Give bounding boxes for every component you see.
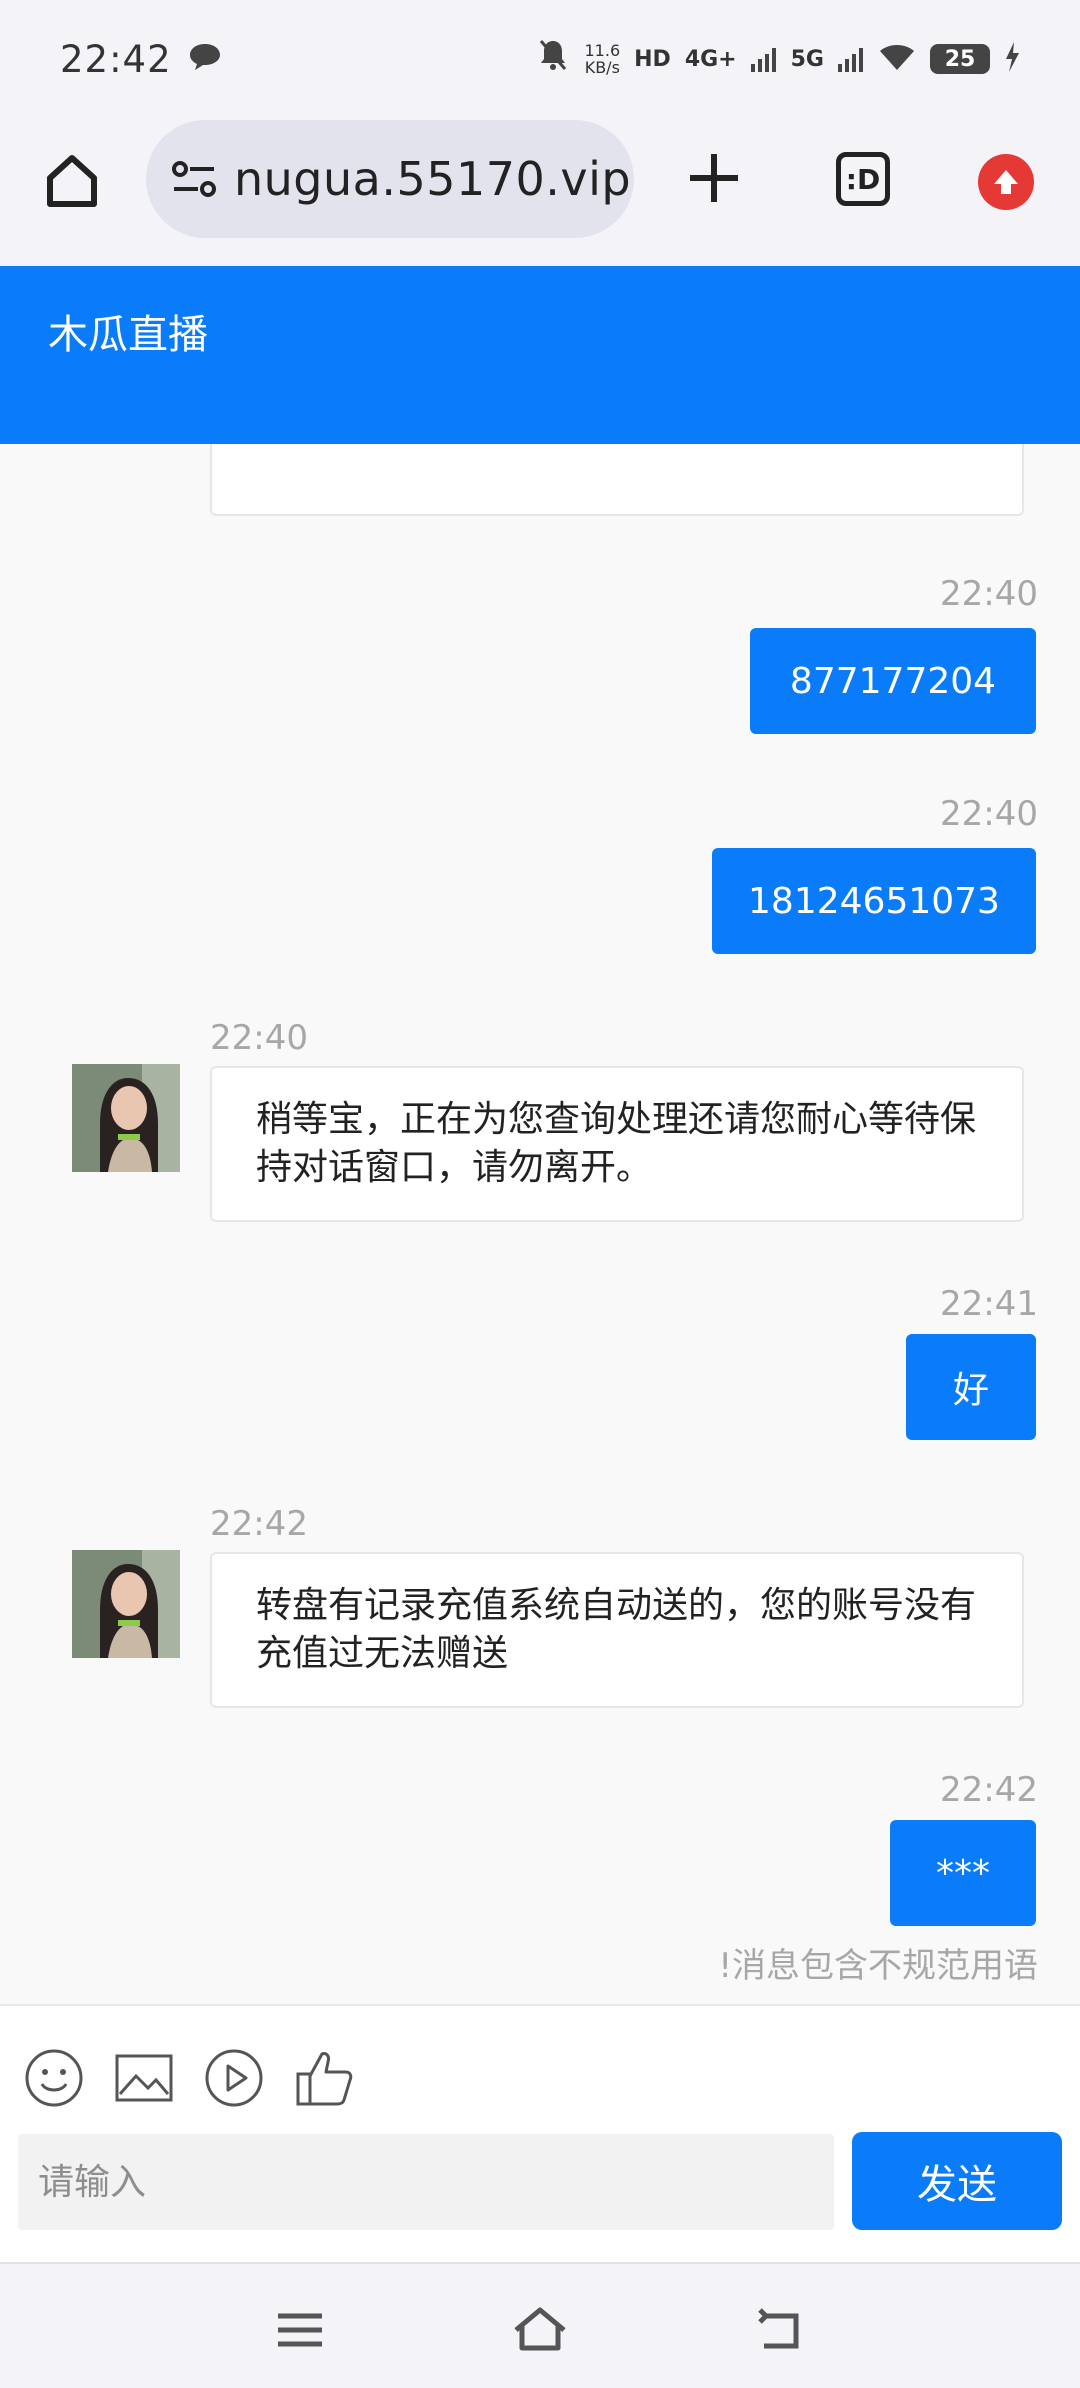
address-bar[interactable]: nugua.55170.vip — [146, 120, 634, 238]
avatar[interactable] — [72, 1064, 180, 1172]
message-timestamp: 22:40 — [940, 794, 1038, 834]
message-timestamp: 22:40 — [940, 574, 1038, 614]
site-settings-icon[interactable] — [166, 151, 222, 207]
signal-icon — [838, 38, 864, 81]
system-nav-bar — [0, 2262, 1080, 2388]
upload-icon[interactable] — [978, 154, 1034, 210]
home-icon[interactable] — [42, 150, 102, 210]
message-input[interactable] — [18, 2134, 834, 2230]
app-header: 木瓜直播 — [0, 266, 1080, 444]
message-bubble-incoming — [210, 444, 1024, 516]
net-speed-value: 11.6 — [584, 41, 621, 60]
avatar[interactable] — [72, 1550, 180, 1658]
status-bar: 22:42 11.6 KB/s HD 4G+ 5G 25 — [0, 0, 1080, 118]
message-bubble-outgoing: *** — [890, 1820, 1036, 1926]
hd-badge: HD — [634, 46, 671, 72]
home-icon[interactable] — [512, 2302, 568, 2358]
menu-icon[interactable] — [272, 2302, 328, 2358]
message-timestamp: 22:41 — [940, 1284, 1038, 1324]
image-icon[interactable] — [114, 2048, 174, 2108]
browser-toolbar: nugua.55170.vip :D — [0, 118, 1080, 266]
thumbs-up-icon[interactable] — [294, 2048, 354, 2108]
emoji-icon[interactable] — [24, 2048, 84, 2108]
message-timestamp: 22:40 — [210, 1018, 308, 1058]
net-speed-unit: KB/s — [584, 58, 620, 77]
message-bubble-outgoing: 877177204 — [750, 628, 1036, 734]
tabs-button[interactable]: :D — [836, 152, 890, 206]
chat-area[interactable]: 22:40 877177204 22:40 18124651073 22:40 … — [0, 444, 1080, 2004]
new-tab-icon[interactable] — [684, 148, 744, 208]
video-icon[interactable] — [204, 2048, 264, 2108]
network-5g-indicator: 5G — [790, 46, 824, 72]
message-timestamp: 22:42 — [210, 1504, 308, 1544]
message-notification-icon — [188, 38, 222, 81]
battery-indicator: 25 — [930, 44, 990, 74]
message-warning: !消息包含不规范用语 — [718, 1946, 1038, 1986]
net-speed: 11.6 KB/s — [585, 42, 621, 76]
message-bubble-incoming: 转盘有记录充值系统自动送的，您的账号没有充值过无法赠送 — [210, 1552, 1024, 1708]
url-text: nugua.55170.vip — [234, 152, 632, 206]
status-time: 22:42 — [60, 37, 172, 81]
message-bubble-incoming: 稍等宝，正在为您查询处理还请您耐心等待保持对话窗口，请勿离开。 — [210, 1066, 1024, 1222]
message-timestamp: 22:42 — [940, 1770, 1038, 1810]
charging-icon — [1004, 38, 1020, 81]
page-title: 木瓜直播 — [48, 312, 208, 358]
message-bubble-outgoing: 好 — [906, 1334, 1036, 1440]
wifi-icon — [878, 38, 916, 81]
message-bubble-outgoing: 18124651073 — [712, 848, 1036, 954]
back-icon[interactable] — [752, 2302, 808, 2358]
network-4g-indicator: 4G+ — [684, 46, 737, 72]
signal-icon — [750, 38, 777, 81]
message-composer: 发送 — [0, 2004, 1080, 2262]
send-button[interactable]: 发送 — [852, 2132, 1062, 2230]
mute-icon — [535, 37, 571, 82]
